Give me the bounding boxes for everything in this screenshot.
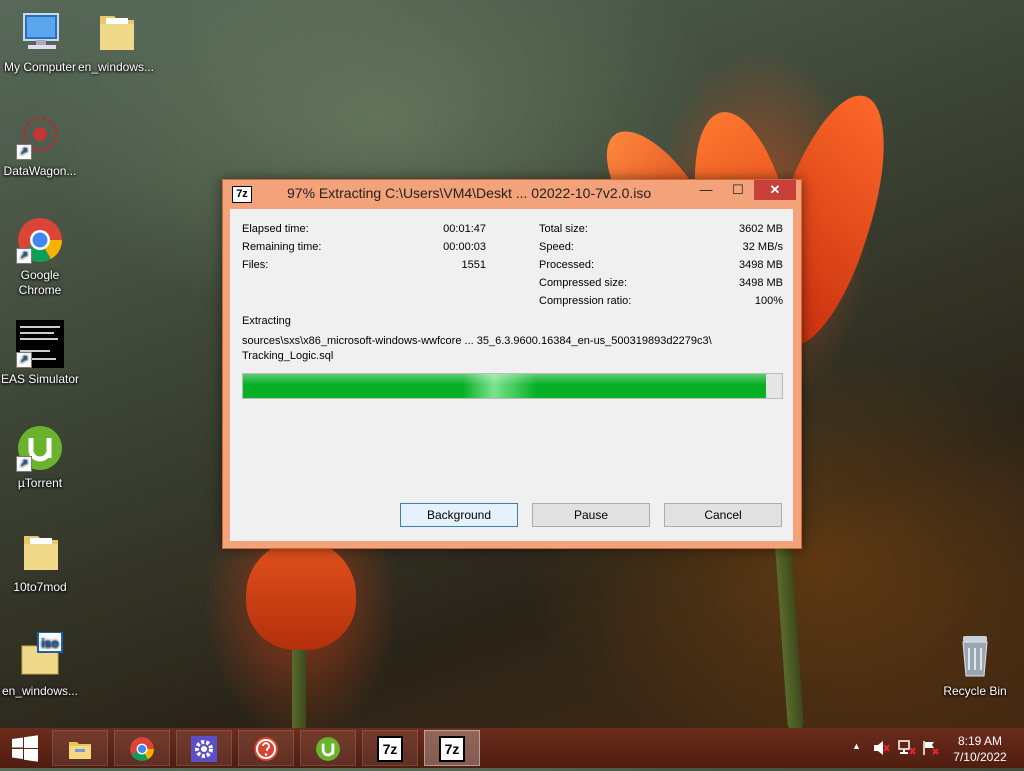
7zip-app-icon[interactable]: 7z: [232, 186, 252, 203]
files-label: Files:: [242, 259, 269, 271]
taskbar-utorrent[interactable]: [300, 730, 356, 766]
elapsed-time-value: 00:01:47: [443, 223, 486, 235]
recycle-bin-icon: [951, 632, 999, 680]
shortcut-arrow-icon: ↗: [16, 352, 32, 368]
folder-icon: [16, 528, 64, 576]
remaining-time-value: 00:00:03: [443, 241, 486, 253]
shortcut-arrow-icon: ↗: [16, 248, 32, 264]
shortcut-arrow-icon: ↗: [16, 456, 32, 472]
desktop-icon-label: 10to7mod: [13, 580, 67, 594]
remaining-time-label: Remaining time:: [242, 241, 322, 253]
speed-label: Speed:: [539, 241, 574, 253]
progress-fill: [243, 374, 766, 398]
close-button[interactable]: ✕: [754, 180, 796, 200]
utorrent-icon: [316, 737, 340, 761]
clock-time[interactable]: 8:19 AM: [948, 734, 1012, 748]
pause-button[interactable]: Pause: [532, 503, 650, 527]
taskbar-7zip-extracting[interactable]: 7z: [424, 730, 480, 766]
desktop-icon-en-windows-folder[interactable]: en_windows...: [76, 8, 156, 75]
desktop-icon-label: en_windows...: [1, 684, 79, 698]
maximize-button[interactable]: ☐: [724, 180, 752, 200]
file-explorer-icon: [69, 742, 91, 759]
computer-icon: [16, 8, 64, 56]
elapsed-time-label: Elapsed time:: [242, 223, 309, 235]
desktop-icon-en-windows-iso[interactable]: iso en_windows...: [0, 631, 80, 699]
start-button[interactable]: [0, 728, 50, 768]
speed-value: 32 MB/s: [742, 241, 783, 253]
taskbar-help[interactable]: [238, 730, 294, 766]
extract-progress-bar: [242, 373, 783, 399]
desktop-icon-label: DataWagon...: [3, 164, 77, 178]
show-hidden-icons-button[interactable]: ▲: [852, 741, 861, 751]
total-size-value: 3602 MB: [738, 223, 783, 235]
status-label: Extracting: [242, 315, 291, 327]
iso-badge-text: iso: [41, 636, 58, 650]
volume-muted-icon[interactable]: [872, 740, 890, 759]
compression-ratio-label: Compression ratio:: [539, 295, 632, 307]
files-value: 1551: [461, 259, 486, 271]
desktop-icon-google-chrome[interactable]: ↗ Google Chrome: [0, 216, 80, 298]
taskbar-chrome[interactable]: [114, 730, 170, 766]
dialog-client-area: Elapsed time: 00:01:47 Remaining time: 0…: [230, 209, 793, 541]
dialog-title: 97% Extracting C:\Users\VM4\Deskt ... 02…: [287, 185, 652, 201]
eas-simulator-icon: ↗: [16, 320, 64, 368]
cancel-button[interactable]: Cancel: [664, 503, 782, 527]
desktop-icon-10to7mod[interactable]: 10to7mod: [0, 528, 80, 595]
7zip-icon: 7z: [439, 736, 465, 762]
extract-progress-dialog: 7z 97% Extracting C:\Users\VM4\Deskt ...…: [222, 179, 802, 549]
desktop-icon-label: Recycle Bin: [943, 684, 1007, 698]
minimize-button[interactable]: —: [692, 180, 720, 200]
total-size-label: Total size:: [539, 223, 588, 235]
network-icon[interactable]: [898, 740, 916, 759]
help-icon: [254, 737, 278, 761]
desktop-icon-recycle-bin[interactable]: Recycle Bin: [935, 632, 1015, 699]
desktop-icon-label: Google Chrome: [18, 268, 62, 297]
wallpaper-petal: [246, 540, 356, 650]
desktop-icon-label: EAS Simulator: [0, 372, 80, 386]
taskbar-7zip[interactable]: 7z: [362, 730, 418, 766]
desktop-icon-label: en_windows...: [77, 60, 155, 74]
shortcut-arrow-icon: ↗: [16, 144, 32, 160]
desktop-icon-utorrent[interactable]: ↗ µTorrent: [0, 424, 80, 491]
datawagon-icon: ↗: [16, 112, 64, 160]
windows-logo-icon: [12, 735, 38, 762]
taskbar-settings[interactable]: [176, 730, 232, 766]
clock-date[interactable]: 7/10/2022: [948, 750, 1012, 764]
gear-icon: [191, 736, 217, 762]
compressed-size-value: 3498 MB: [738, 277, 783, 289]
current-file-name: Tracking_Logic.sql: [242, 350, 334, 362]
taskbar-file-explorer[interactable]: [52, 730, 108, 766]
folder-icon: [92, 8, 140, 56]
dialog-titlebar[interactable]: 7z 97% Extracting C:\Users\VM4\Deskt ...…: [223, 180, 801, 208]
chrome-icon: [130, 737, 154, 761]
desktop-icon-my-computer[interactable]: My Computer: [0, 8, 80, 75]
processed-value: 3498 MB: [738, 259, 783, 271]
current-file-path: sources\sxs\x86_microsoft-windows-wwfcor…: [242, 335, 712, 347]
compressed-size-label: Compressed size:: [539, 277, 628, 289]
background-button[interactable]: Background: [400, 503, 518, 527]
desktop-icon-datawagon[interactable]: ↗ DataWagon...: [0, 112, 80, 179]
desktop-icon-eas-simulator[interactable]: ↗ EAS Simulator: [0, 320, 80, 387]
desktop-icon-label: My Computer: [3, 60, 77, 74]
7zip-icon: 7z: [377, 736, 403, 762]
compression-ratio-value: 100%: [754, 295, 783, 307]
iso-file-icon: iso: [16, 631, 64, 680]
chrome-icon: ↗: [16, 216, 64, 264]
utorrent-icon: ↗: [16, 424, 64, 472]
processed-label: Processed:: [539, 259, 595, 271]
taskbar: 7z 7z ▲ 8:19 AM 7/10/2022: [0, 728, 1024, 768]
desktop-icon-label: µTorrent: [17, 476, 63, 490]
action-center-flag-icon[interactable]: [922, 740, 940, 759]
